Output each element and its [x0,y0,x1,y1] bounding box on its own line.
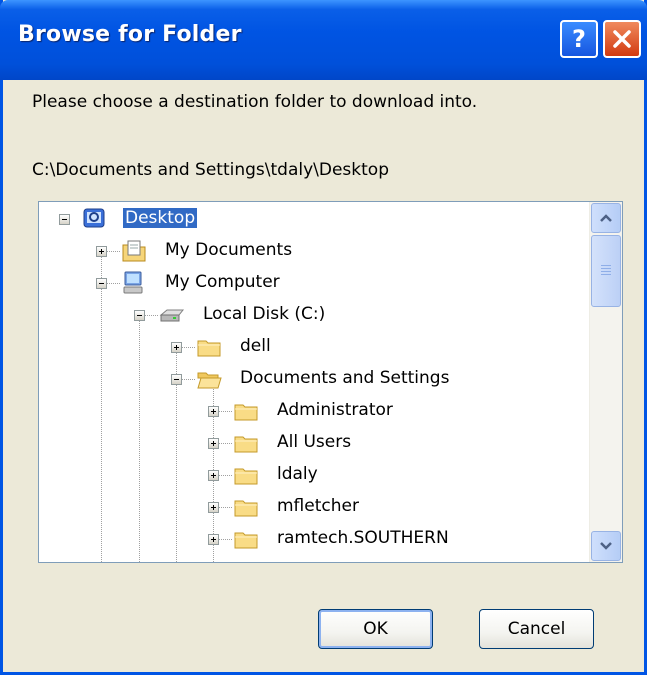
selected-path: C:\Documents and Settings\tdaly\Desktop [32,160,389,180]
folder-icon [234,404,258,421]
expand-toggle[interactable] [171,342,182,353]
expand-toggle[interactable] [208,438,219,449]
computer-icon [123,271,143,294]
ok-button[interactable]: OK [318,609,433,649]
collapse-toggle[interactable] [134,310,145,321]
chevron-up-icon [600,214,612,222]
scroll-down-button[interactable] [591,531,621,561]
expand-toggle[interactable] [208,406,219,417]
title-bar[interactable]: Browse for Folder ? [0,0,647,80]
folder-icon [234,436,258,453]
collapse-toggle[interactable] [171,374,182,385]
instruction-text: Please choose a destination folder to do… [32,92,478,112]
tree-item-label: ramtech.SOUTHERN [277,528,449,548]
tree-item-label: mfletcher [277,496,359,516]
scroll-thumb[interactable] [591,235,621,307]
tree-item-label: Local Disk (C:) [203,304,326,324]
folder-icon [234,500,258,517]
expand-toggle[interactable] [208,470,219,481]
help-icon: ? [572,25,586,53]
expand-toggle[interactable] [96,246,107,257]
tree-item-label: Desktop [123,208,198,228]
scroll-up-button[interactable] [591,203,621,233]
folder-icon [197,340,221,357]
tree-item-label: Administrator [277,400,393,420]
expand-toggle[interactable] [208,502,219,513]
cancel-button[interactable]: Cancel [479,609,594,649]
tree-connector [101,256,102,562]
grip-icon [601,265,611,277]
tree-item-label: All Users [277,432,352,452]
folder-icon [234,532,258,549]
tree-connector [139,320,140,562]
my-documents-icon [122,240,146,262]
dialog-title: Browse for Folder [18,22,242,47]
close-icon [613,30,631,48]
collapse-toggle[interactable] [96,278,107,289]
vertical-scrollbar[interactable] [589,202,622,562]
tree-item-label: dell [240,336,271,356]
expand-toggle[interactable] [208,534,219,545]
folder-tree[interactable]: Desktop My Documents My Computer Local D… [38,201,623,563]
tree-item-label: Documents and Settings [240,368,450,388]
tree-item-label: My Computer [165,272,280,292]
drive-icon [159,309,185,322]
folder-open-icon [197,372,222,389]
chevron-down-icon [600,542,612,550]
help-button[interactable]: ? [560,20,598,58]
tree-item-label: My Documents [165,240,293,260]
close-button[interactable] [603,20,641,58]
desktop-icon [83,208,105,228]
collapse-toggle[interactable] [59,214,70,225]
tree-item-label: ldaly [277,464,318,484]
folder-icon [234,468,258,485]
